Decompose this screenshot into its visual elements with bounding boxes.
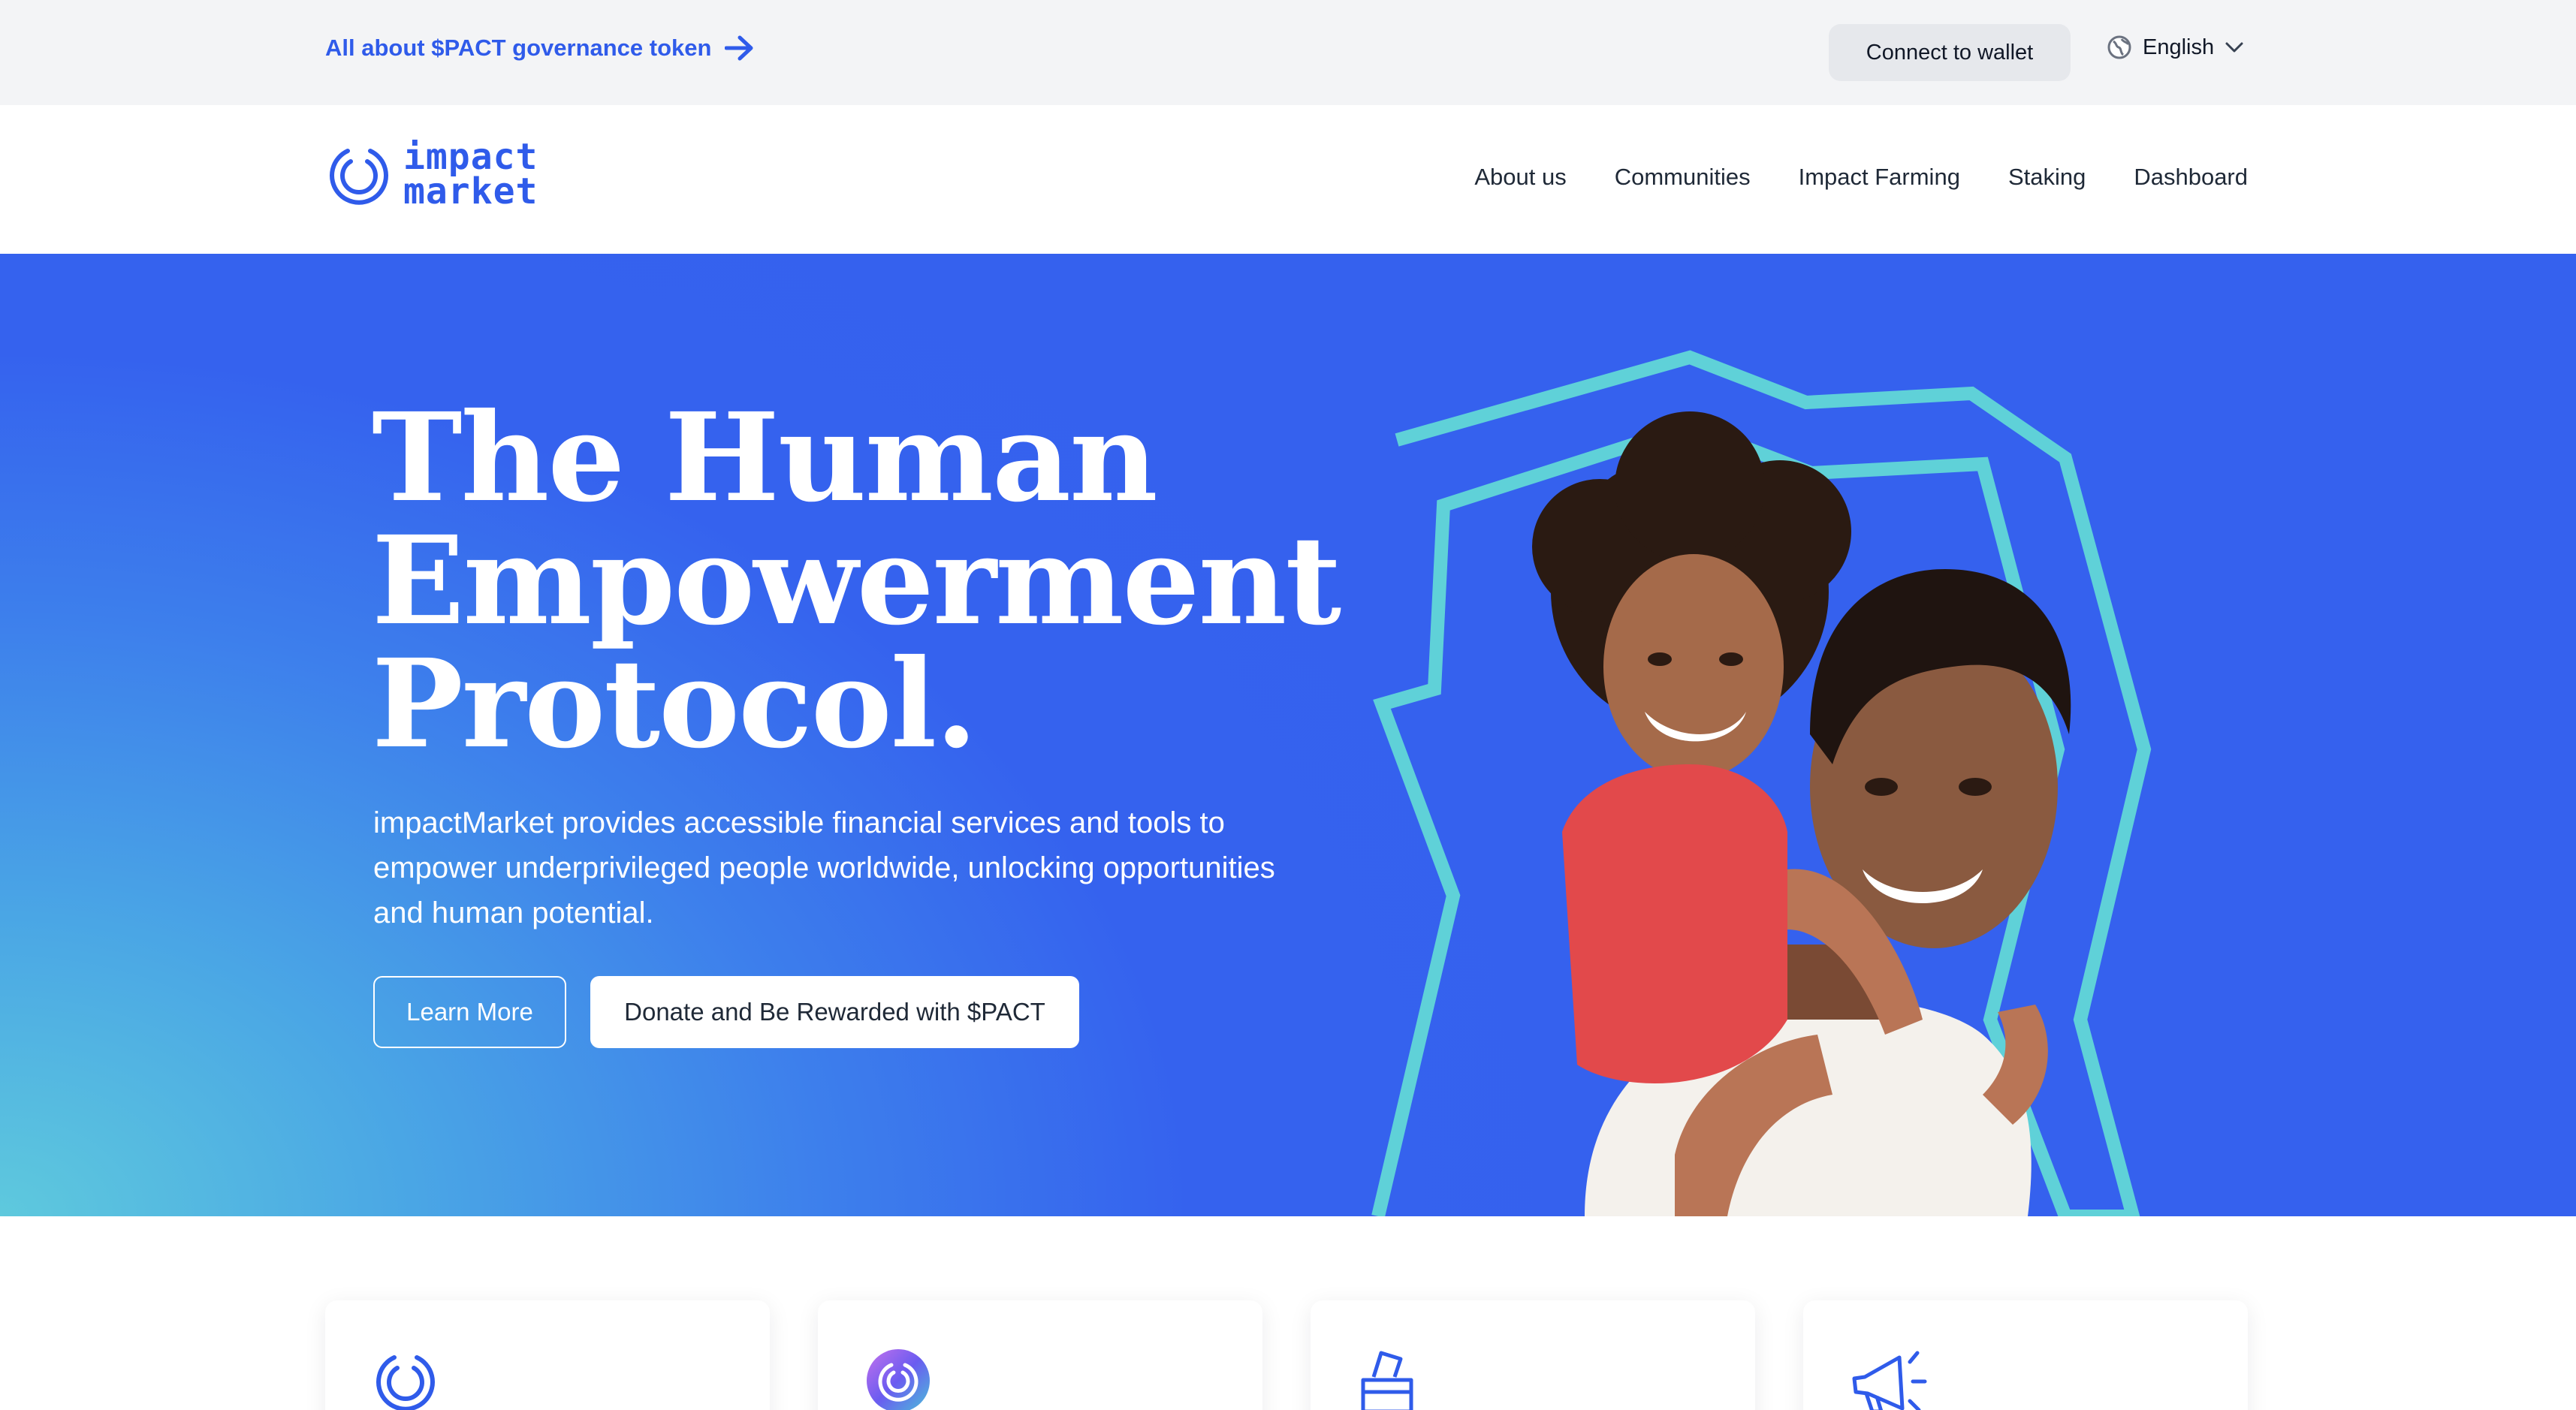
logo-line-impact: impact [403, 136, 538, 178]
nav-item-dashboard[interactable]: Dashboard [2134, 164, 2248, 191]
hero-title-line-1: The Human [372, 387, 1158, 529]
feature-card-2 [818, 1300, 1262, 1410]
hero-title-line-3: Protocol. [372, 633, 978, 776]
arrow-right-icon [725, 35, 753, 61]
globe-icon [2107, 35, 2131, 59]
impact-market-logo[interactable]: impact market [325, 136, 538, 212]
hero-photo [1371, 350, 2152, 1216]
top-announcement-bar: All about $PACT governance token Connect… [0, 0, 2576, 105]
connect-wallet-button[interactable]: Connect to wallet [1829, 24, 2071, 81]
nav-item-communities[interactable]: Communities [1615, 164, 1751, 191]
primary-navigation: About us Communities Impact Farming Stak… [1474, 164, 2248, 191]
nav-item-impact-farming[interactable]: Impact Farming [1799, 164, 1960, 191]
feature-card-1 [325, 1300, 770, 1410]
ballot-box-icon [1361, 1351, 1413, 1410]
hero-section: The Human Empowerment Protocol. impactMa… [0, 254, 2576, 1216]
hero-title: The Human Empowerment Protocol. [372, 396, 1393, 766]
nav-item-about-us[interactable]: About us [1474, 164, 1566, 191]
hero-title-line-2: Empowerment [372, 510, 1341, 652]
hero-description: impactMarket provides accessible financi… [373, 806, 1275, 929]
megaphone-icon [1852, 1351, 1927, 1410]
language-selector[interactable]: English [2107, 35, 2244, 60]
feature-card-4 [1803, 1300, 2248, 1410]
feature-card-3 [1311, 1300, 1755, 1410]
language-label: English [2143, 35, 2215, 59]
donate-button[interactable]: Donate and Be Rewarded with $PACT [590, 976, 1079, 1048]
chevron-down-icon [2225, 42, 2243, 53]
logo-line-market: market [403, 170, 538, 212]
pact-token-link[interactable]: All about $PACT governance token [325, 35, 755, 62]
pact-token-icon [867, 1349, 930, 1410]
nav-item-staking[interactable]: Staking [2008, 164, 2086, 191]
impact-logo-icon [330, 149, 388, 205]
learn-more-button[interactable]: Learn More [373, 976, 566, 1048]
pact-token-link-label: All about $PACT governance token [325, 35, 712, 61]
impact-logo-icon [376, 1355, 435, 1410]
feature-cards [325, 1300, 2248, 1410]
